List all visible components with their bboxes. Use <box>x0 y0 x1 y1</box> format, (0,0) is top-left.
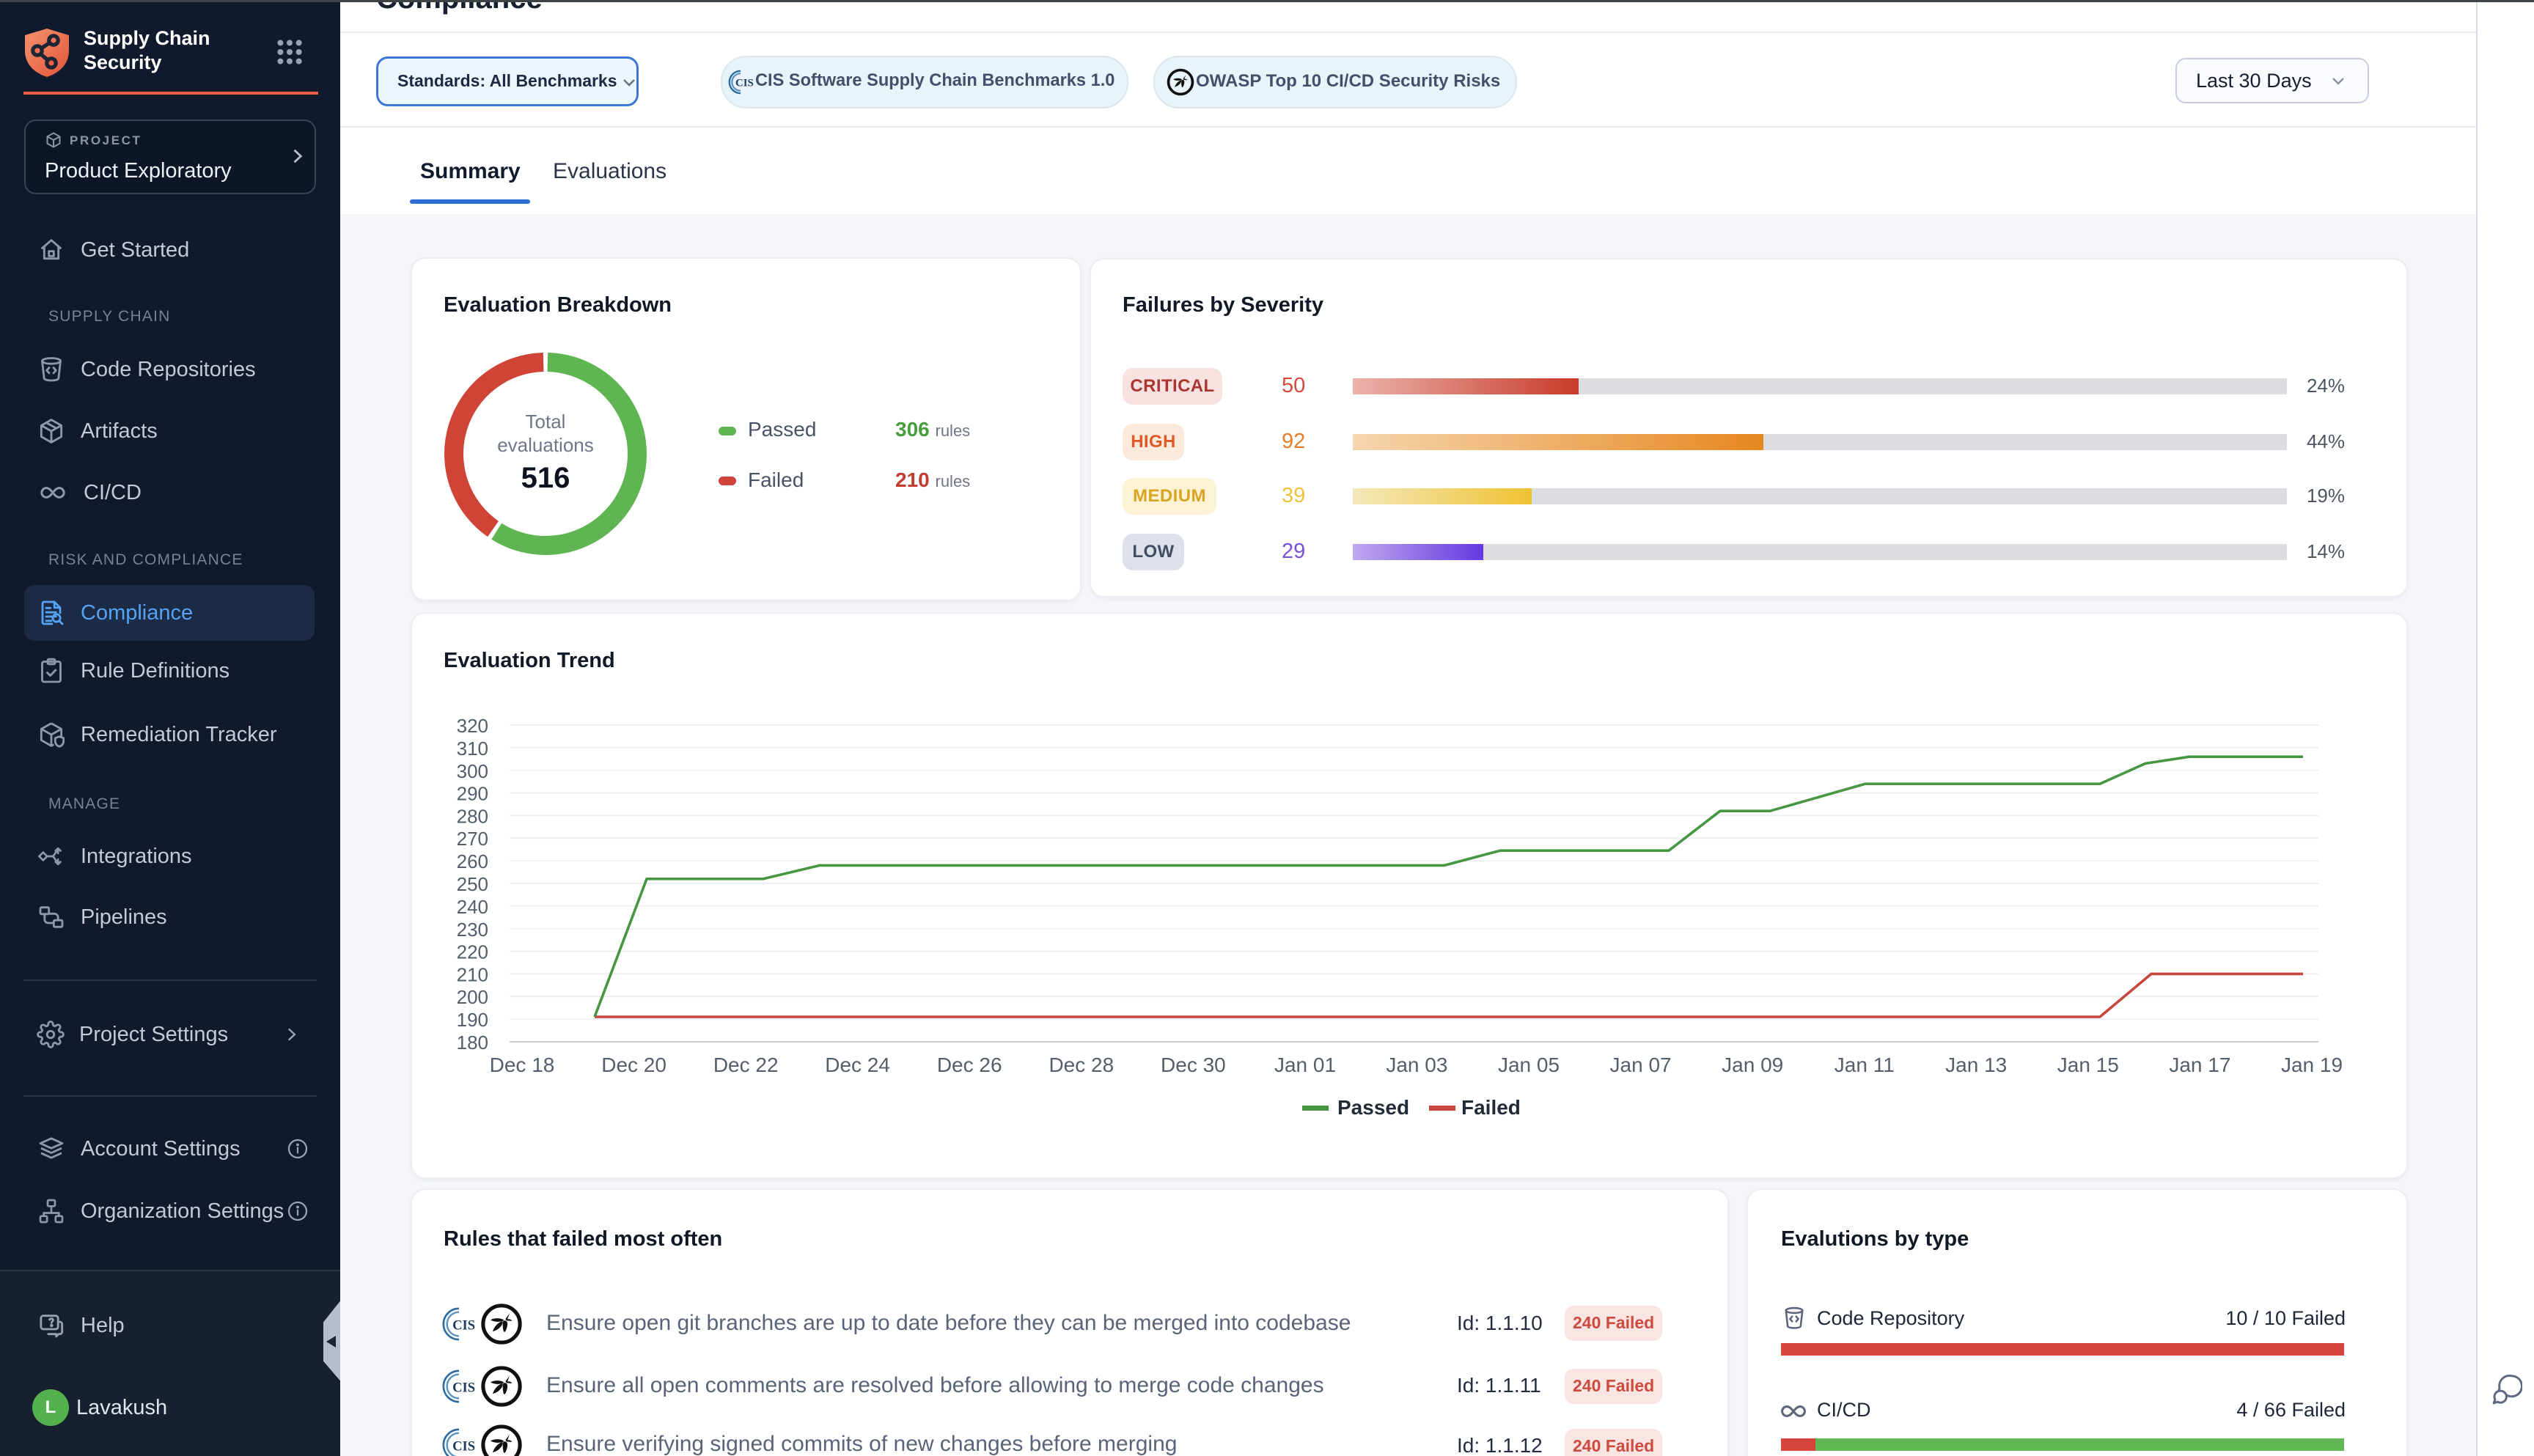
svg-text:Jan 19: Jan 19 <box>2281 1054 2343 1076</box>
svg-text:Dec 22: Dec 22 <box>713 1054 779 1076</box>
svg-text:290: 290 <box>457 783 488 805</box>
svg-text:Dec 30: Dec 30 <box>1161 1054 1226 1076</box>
svg-text:260: 260 <box>457 850 488 872</box>
svg-text:230: 230 <box>457 919 488 941</box>
svg-text:CIS: CIS <box>452 1317 475 1333</box>
svg-text:190: 190 <box>457 1009 488 1031</box>
svg-text:Dec 26: Dec 26 <box>937 1054 1002 1076</box>
svg-text:200: 200 <box>457 986 488 1008</box>
svg-text:250: 250 <box>457 873 488 895</box>
svg-text:Dec 24: Dec 24 <box>825 1054 890 1076</box>
svg-text:210: 210 <box>457 963 488 985</box>
svg-text:Dec 20: Dec 20 <box>601 1054 666 1076</box>
svg-text:Jan 05: Jan 05 <box>1498 1054 1560 1076</box>
svg-text:Jan 11: Jan 11 <box>1835 1054 1895 1076</box>
svg-text:Dec 28: Dec 28 <box>1049 1054 1114 1076</box>
svg-text:CIS: CIS <box>735 78 754 89</box>
svg-text:Jan 17: Jan 17 <box>2169 1054 2230 1076</box>
svg-text:Jan 13: Jan 13 <box>1945 1054 2007 1076</box>
svg-text:320: 320 <box>457 715 488 737</box>
svg-text:240: 240 <box>457 896 488 918</box>
svg-text:180: 180 <box>457 1032 488 1054</box>
svg-text:270: 270 <box>457 828 488 850</box>
svg-text:CIS: CIS <box>452 1380 475 1395</box>
svg-text:Jan 03: Jan 03 <box>1386 1054 1447 1076</box>
svg-text:CIS: CIS <box>452 1438 475 1454</box>
svg-text:Jan 07: Jan 07 <box>1610 1054 1672 1076</box>
svg-text:Jan 15: Jan 15 <box>2057 1054 2119 1076</box>
svg-text:310: 310 <box>457 738 488 760</box>
svg-text:220: 220 <box>457 941 488 963</box>
svg-text:300: 300 <box>457 760 488 782</box>
svg-text:Jan 09: Jan 09 <box>1722 1054 1783 1076</box>
svg-text:Jan 01: Jan 01 <box>1274 1054 1336 1076</box>
svg-text:280: 280 <box>457 805 488 827</box>
svg-text:Dec 18: Dec 18 <box>490 1054 555 1076</box>
